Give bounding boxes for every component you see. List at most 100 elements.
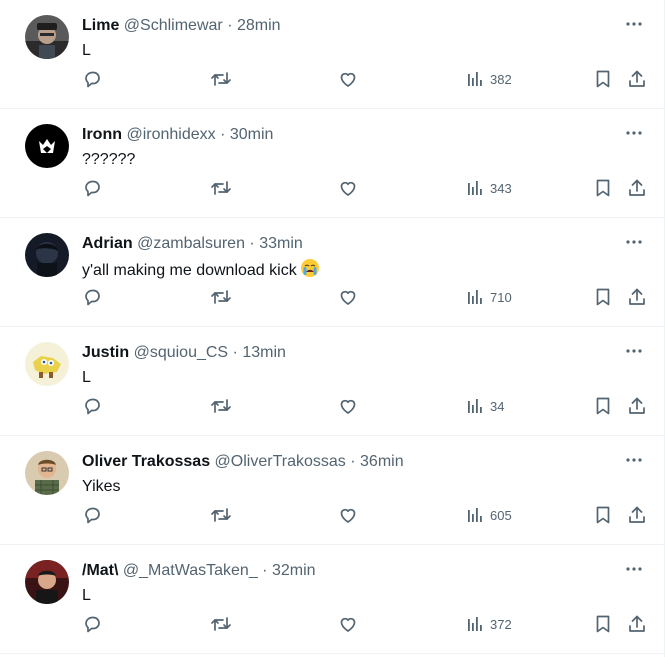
separator-dot: ·	[227, 17, 233, 34]
author-name[interactable]: Adrian	[82, 235, 133, 252]
bookmark-icon[interactable]	[594, 504, 612, 526]
views-count: 343	[490, 180, 512, 196]
author-handle[interactable]: @OliverTrakossas	[215, 453, 346, 470]
share-icon[interactable]	[627, 395, 647, 417]
views-icon	[468, 508, 482, 522]
tweet-time[interactable]: 36min	[360, 453, 404, 470]
views-stat[interactable]: 605	[466, 504, 512, 526]
tweet-time[interactable]: 33min	[259, 235, 303, 252]
avatar[interactable]	[25, 560, 69, 604]
separator-dot: ·	[249, 235, 255, 252]
tweet-actions: 372	[0, 613, 664, 635]
tweet-time[interactable]: 13min	[242, 344, 286, 361]
tweet[interactable]: Oliver Trakossas @OliverTrakossas · 36mi…	[0, 436, 664, 545]
retweet-icon[interactable]	[210, 504, 232, 526]
tweet-time[interactable]: 32min	[272, 562, 316, 579]
views-count: 710	[490, 289, 512, 305]
author-name[interactable]: Ironn	[82, 126, 122, 143]
tweet[interactable]: /Mat\ @_MatWasTaken_ · 32min L 372	[0, 545, 664, 654]
bookmark-icon[interactable]	[594, 395, 612, 417]
views-icon	[468, 181, 482, 195]
retweet-icon[interactable]	[210, 68, 232, 90]
more-icon[interactable]	[624, 341, 644, 361]
tweet-text-body: L	[82, 42, 91, 59]
share-icon[interactable]	[627, 613, 647, 635]
reply-icon[interactable]	[82, 177, 102, 199]
tweet[interactable]: Adrian @zambalsuren · 33min y'all making…	[0, 218, 664, 327]
like-icon[interactable]	[338, 613, 358, 635]
separator-dot: ·	[350, 453, 356, 470]
like-icon[interactable]	[338, 286, 358, 308]
share-icon[interactable]	[627, 68, 647, 90]
more-icon[interactable]	[624, 559, 644, 579]
views-icon	[468, 290, 482, 304]
tweet[interactable]: Ironn @ironhidexx · 30min ?????? 343	[0, 109, 664, 218]
tweet-header: Ironn @ironhidexx · 30min	[82, 125, 624, 145]
bookmark-icon[interactable]	[594, 613, 612, 635]
like-icon[interactable]	[338, 177, 358, 199]
avatar[interactable]	[25, 342, 69, 386]
avatar[interactable]	[25, 15, 69, 59]
share-icon[interactable]	[627, 286, 647, 308]
author-name[interactable]: /Mat\	[82, 562, 118, 579]
like-icon[interactable]	[338, 395, 358, 417]
more-icon[interactable]	[624, 123, 644, 143]
tweet-text: ??????	[82, 149, 135, 171]
views-stat[interactable]: 372	[466, 613, 512, 635]
more-icon[interactable]	[624, 14, 644, 34]
avatar[interactable]	[25, 451, 69, 495]
tweet-feed: Lime @Schlimewar · 28min L 382 Ironn @ir…	[0, 0, 665, 657]
retweet-icon[interactable]	[210, 286, 232, 308]
views-icon	[468, 72, 482, 86]
retweet-icon[interactable]	[210, 395, 232, 417]
author-name[interactable]: Oliver Trakossas	[82, 453, 210, 470]
author-handle[interactable]: @Schlimewar	[124, 17, 223, 34]
tweet-header: Adrian @zambalsuren · 33min	[82, 234, 624, 254]
author-handle[interactable]: @zambalsuren	[137, 235, 245, 252]
tweet-header: Oliver Trakossas @OliverTrakossas · 36mi…	[82, 452, 624, 472]
views-stat[interactable]: 343	[466, 177, 512, 199]
more-icon[interactable]	[624, 232, 644, 252]
bookmark-icon[interactable]	[594, 177, 612, 199]
tweet-text: L	[82, 367, 91, 389]
views-stat[interactable]: 710	[466, 286, 512, 308]
author-handle[interactable]: @ironhidexx	[126, 126, 215, 143]
reply-icon[interactable]	[82, 504, 102, 526]
tweet[interactable]: Justin @squiou_CS · 13min L 34	[0, 327, 664, 436]
retweet-icon[interactable]	[210, 613, 232, 635]
like-icon[interactable]	[338, 68, 358, 90]
author-handle[interactable]: @_MatWasTaken_	[123, 562, 258, 579]
tweet-text: y'all making me download kick	[82, 258, 320, 285]
bookmark-icon[interactable]	[594, 68, 612, 90]
separator-dot: ·	[220, 126, 226, 143]
separator-dot: ·	[232, 344, 238, 361]
reply-icon[interactable]	[82, 613, 102, 635]
tweet-text-body: Yikes	[82, 478, 121, 495]
like-icon[interactable]	[338, 504, 358, 526]
tweet-header: Justin @squiou_CS · 13min	[82, 343, 624, 363]
tweet-time[interactable]: 28min	[237, 17, 281, 34]
more-icon[interactable]	[624, 450, 644, 470]
bookmark-icon[interactable]	[594, 286, 612, 308]
reply-icon[interactable]	[82, 68, 102, 90]
author-name[interactable]: Justin	[82, 344, 129, 361]
tweet[interactable]: Lime @Schlimewar · 28min L 382	[0, 0, 664, 109]
tweet-text-body: y'all making me download kick	[82, 262, 297, 279]
share-icon[interactable]	[627, 504, 647, 526]
retweet-icon[interactable]	[210, 177, 232, 199]
views-count: 382	[490, 71, 512, 87]
avatar[interactable]	[25, 233, 69, 277]
tweet-actions: 382	[0, 68, 664, 90]
views-stat[interactable]: 34	[466, 395, 504, 417]
share-icon[interactable]	[627, 177, 647, 199]
author-name[interactable]: Lime	[82, 17, 119, 34]
avatar[interactable]	[25, 124, 69, 168]
views-count: 34	[490, 398, 505, 414]
reply-icon[interactable]	[82, 286, 102, 308]
views-stat[interactable]: 382	[466, 68, 512, 90]
tweet-text: L	[82, 40, 91, 62]
reply-icon[interactable]	[82, 395, 102, 417]
tweet-header: /Mat\ @_MatWasTaken_ · 32min	[82, 561, 624, 581]
author-handle[interactable]: @squiou_CS	[134, 344, 229, 361]
tweet-time[interactable]: 30min	[230, 126, 274, 143]
